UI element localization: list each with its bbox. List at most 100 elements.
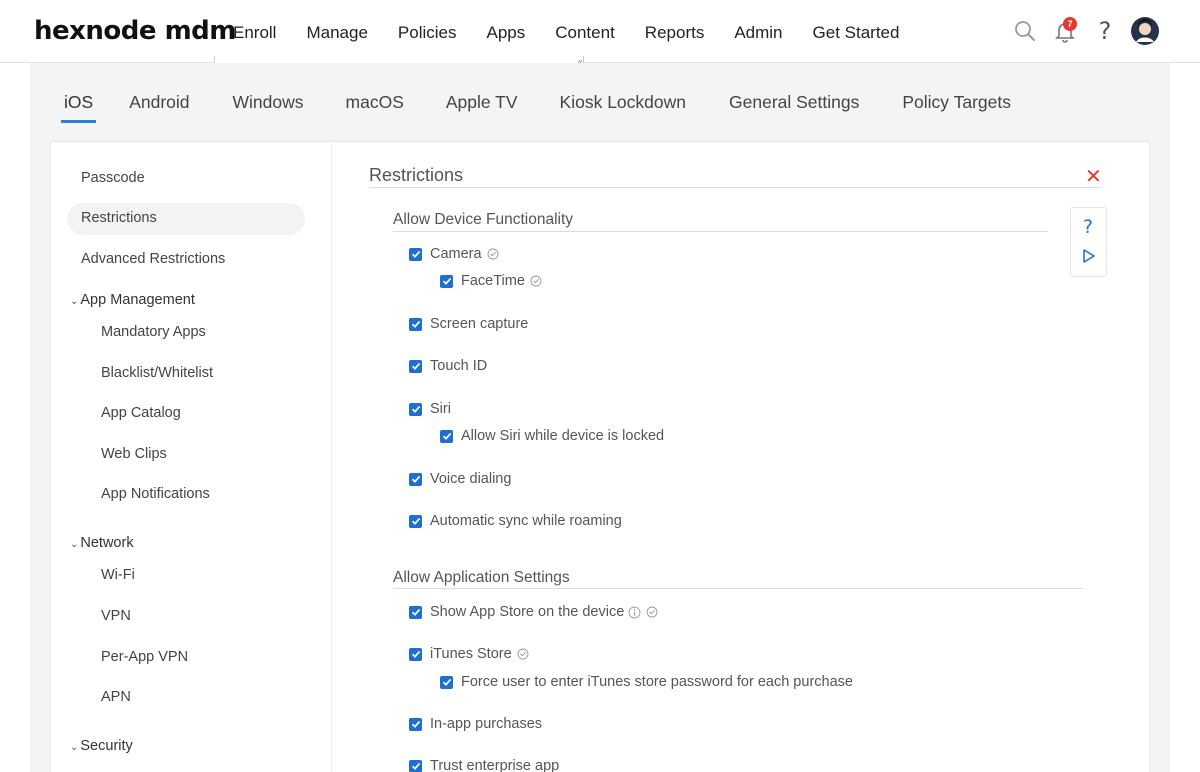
hexnode-logo[interactable]: hexnode mdm — [34, 16, 236, 46]
section-divider — [393, 588, 1083, 589]
sidebar-item-wifi[interactable]: Wi-Fi — [101, 567, 135, 583]
question-icon[interactable]: ? — [1083, 216, 1093, 238]
sidebar-item-passcode[interactable]: Passcode — [81, 170, 145, 186]
info-icon[interactable] — [628, 606, 641, 619]
nav-content[interactable]: Content — [540, 0, 630, 63]
option-itunes-store: iTunes Store — [409, 646, 529, 662]
tab-macos[interactable]: macOS — [346, 63, 404, 123]
siri-checkbox[interactable] — [409, 402, 422, 416]
sidebar-group-label: App Management — [80, 292, 195, 308]
sidebar-item-app-notifications[interactable]: App Notifications — [101, 486, 210, 502]
siri-locked-checkbox[interactable] — [440, 429, 453, 443]
close-icon[interactable]: ✕ — [1085, 164, 1102, 188]
nav-reports[interactable]: Reports — [630, 0, 720, 63]
option-label: Siri — [430, 401, 451, 417]
help-icon[interactable]: ? — [1090, 14, 1120, 48]
verified-check-icon — [646, 606, 658, 618]
tab-kiosk-lockdown[interactable]: Kiosk Lockdown — [560, 63, 686, 123]
sidebar-item-label: Restrictions — [81, 210, 157, 226]
sidebar-item-per-app-vpn[interactable]: Per-App VPN — [101, 649, 188, 665]
verified-check-icon — [517, 648, 529, 660]
notification-bell-icon[interactable]: 7 — [1050, 14, 1080, 48]
chevron-down-icon: ⌄ — [70, 296, 79, 307]
sidebar-group-network[interactable]: ⌄ Network — [70, 535, 134, 551]
tab-general-settings[interactable]: General Settings — [729, 63, 859, 123]
option-camera: Camera — [409, 246, 499, 262]
help-side-panel: ? — [1070, 207, 1107, 277]
facetime-checkbox[interactable] — [440, 274, 453, 288]
os-tabs: iOS Android Windows macOS Apple TV Kiosk… — [60, 63, 1011, 123]
tab-apple-tv[interactable]: Apple TV — [446, 63, 518, 123]
sidebar-item-blacklist-whitelist[interactable]: Blacklist/Whitelist — [101, 365, 213, 381]
trust-enterprise-checkbox[interactable] — [409, 759, 422, 772]
option-label: Force user to enter iTunes store passwor… — [461, 674, 853, 690]
chevron-down-icon: ⌄ — [70, 539, 79, 550]
nav-policies[interactable]: Policies — [382, 0, 472, 63]
nav-enroll[interactable]: Enroll — [218, 0, 291, 63]
nav-apps[interactable]: Apps — [472, 0, 541, 63]
search-icon[interactable] — [1010, 14, 1040, 48]
option-in-app-purchases: In-app purchases — [409, 716, 542, 732]
sidebar-group-security[interactable]: ⌄ Security — [70, 738, 133, 754]
section-divider — [393, 231, 1048, 232]
option-label: In-app purchases — [430, 716, 543, 732]
nav-get-started[interactable]: Get Started — [798, 0, 915, 63]
option-itunes-password: Force user to enter iTunes store passwor… — [440, 674, 853, 690]
sidebar-item-advanced-restrictions[interactable]: Advanced Restrictions — [81, 251, 225, 267]
tab-windows[interactable]: Windows — [233, 63, 304, 123]
option-screen-capture: Screen capture — [409, 316, 528, 332]
screen-capture-checkbox[interactable] — [409, 317, 422, 331]
in-app-purchases-checkbox[interactable] — [409, 717, 422, 731]
play-icon[interactable] — [1082, 248, 1096, 269]
sidebar-item-restrictions[interactable]: Restrictions — [67, 203, 305, 235]
option-facetime: FaceTime — [440, 273, 542, 289]
option-voice-dialing: Voice dialing — [409, 471, 511, 487]
auto-sync-checkbox[interactable] — [409, 514, 422, 528]
option-label: Automatic sync while roaming — [430, 513, 622, 529]
sidebar-item-mandatory-apps[interactable]: Mandatory Apps — [101, 324, 206, 340]
sidebar-group-label: Network — [80, 535, 134, 551]
option-label: Voice dialing — [430, 471, 512, 487]
verified-check-icon — [487, 248, 499, 260]
option-siri-locked: Allow Siri while device is locked — [440, 428, 664, 444]
option-label: iTunes Store — [430, 646, 512, 662]
itunes-store-checkbox[interactable] — [409, 647, 422, 661]
option-label: Screen capture — [430, 316, 529, 332]
itunes-password-checkbox[interactable] — [440, 675, 453, 689]
chevron-down-icon: ⌄ — [70, 742, 79, 753]
user-avatar[interactable] — [1130, 14, 1160, 48]
sidebar-item-web-clips[interactable]: Web Clips — [101, 446, 167, 462]
option-label: Touch ID — [430, 358, 488, 374]
notification-badge: 7 — [1063, 17, 1077, 31]
option-auto-sync-roaming: Automatic sync while roaming — [409, 513, 622, 529]
os-tabs-bar: iOS Android Windows macOS Apple TV Kiosk… — [30, 63, 1170, 123]
tab-policy-targets[interactable]: Policy Targets — [902, 63, 1011, 123]
option-touch-id: Touch ID — [409, 358, 487, 374]
page-title: Restrictions — [369, 165, 464, 185]
tab-android[interactable]: Android — [129, 63, 189, 123]
tab-ios[interactable]: iOS — [60, 63, 97, 123]
option-siri: Siri — [409, 401, 451, 417]
voice-dialing-checkbox[interactable] — [409, 472, 422, 486]
verified-check-icon — [530, 275, 542, 287]
sidebar-item-vpn[interactable]: VPN — [101, 608, 131, 624]
option-label: Camera — [430, 246, 482, 262]
nav-admin[interactable]: Admin — [719, 0, 797, 63]
app-store-checkbox[interactable] — [409, 605, 422, 619]
section-title-application-settings: Allow Application Settings — [393, 569, 570, 586]
option-label: Trust enterprise app — [430, 758, 560, 772]
section-title-device-functionality: Allow Device Functionality — [393, 211, 574, 228]
option-trust-enterprise-app: Trust enterprise app — [409, 758, 559, 772]
camera-checkbox[interactable] — [409, 247, 422, 261]
sidebar-item-app-catalog[interactable]: App Catalog — [101, 405, 181, 421]
top-icons: 7 ? — [1010, 14, 1160, 48]
option-label: Show App Store on the device — [430, 604, 625, 620]
sidebar-group-app-management[interactable]: ⌄ App Management — [70, 292, 195, 308]
main-nav: Enroll Manage Policies Apps Content Repo… — [218, 0, 914, 63]
nav-manage[interactable]: Manage — [291, 0, 382, 63]
sidebar-item-apn[interactable]: APN — [101, 689, 131, 705]
option-label: FaceTime — [461, 273, 525, 289]
title-divider — [369, 187, 1101, 188]
option-show-app-store: Show App Store on the device — [409, 604, 658, 620]
touch-id-checkbox[interactable] — [409, 359, 422, 373]
